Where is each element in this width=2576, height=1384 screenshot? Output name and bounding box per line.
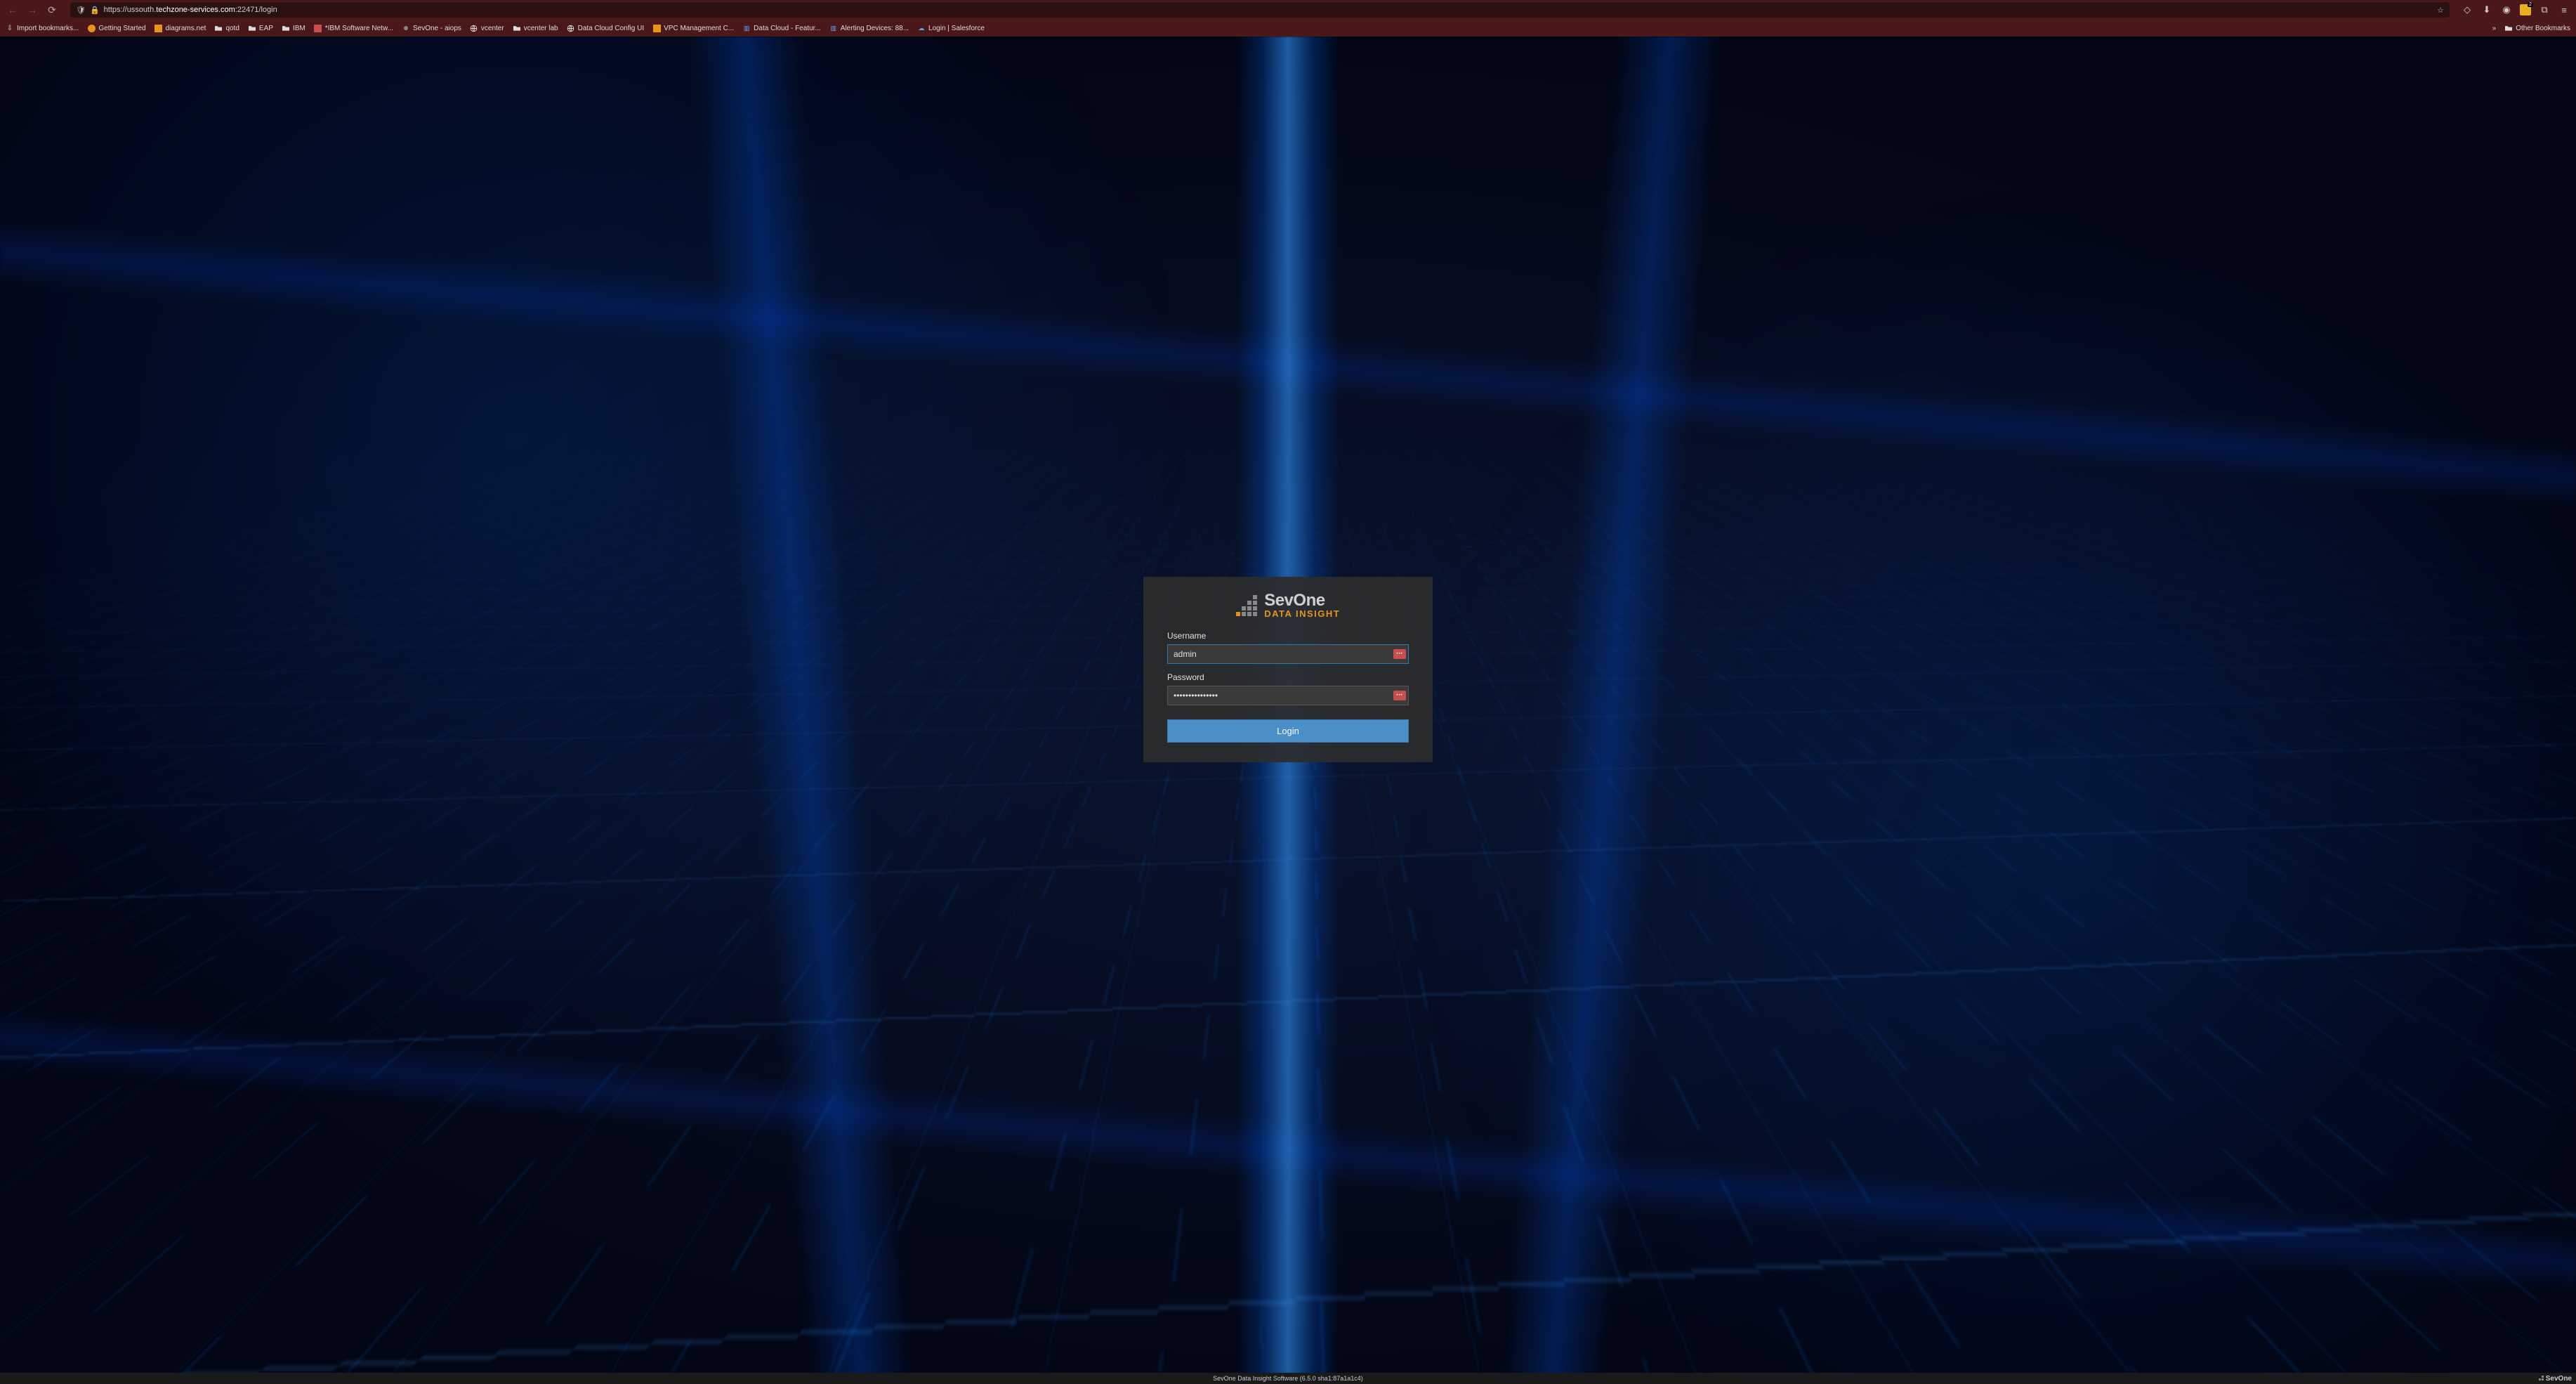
bookmark-icon: ▥ bbox=[829, 24, 838, 32]
url-domain: techzone-services.com bbox=[156, 6, 235, 14]
login-card: SevOne DATA INSIGHT Username ••• Passwor… bbox=[1143, 577, 1433, 762]
bookmark-item[interactable]: EAP bbox=[248, 24, 273, 32]
footer-logo: SevOne bbox=[2539, 1375, 2572, 1383]
bookmark-icon: ▥ bbox=[742, 24, 751, 32]
extension-badge: 2 bbox=[2528, 2, 2533, 7]
bookmark-icon bbox=[513, 24, 521, 32]
reload-button[interactable]: ⟳ bbox=[45, 3, 59, 17]
bookmark-icon bbox=[402, 24, 410, 32]
bookmark-label: *IBM Software Netw... bbox=[325, 25, 393, 32]
bookmark-item[interactable]: IBM bbox=[282, 24, 305, 32]
url-suffix: :22471/login bbox=[235, 6, 277, 14]
bookmark-label: Data Cloud Config UI bbox=[578, 25, 645, 32]
bookmark-label: Import bookmarks... bbox=[17, 25, 79, 32]
other-bookmarks[interactable]: Other Bookmarks bbox=[2504, 25, 2570, 32]
bookmark-label: qotd bbox=[225, 25, 239, 32]
bookmark-icon bbox=[155, 24, 163, 32]
bookmark-item[interactable]: Data Cloud Config UI bbox=[567, 24, 645, 32]
bookmark-item[interactable]: vcenter bbox=[470, 24, 504, 32]
password-input[interactable] bbox=[1167, 686, 1409, 705]
logo-grid-icon bbox=[1236, 595, 1257, 618]
bookmark-label: vcenter bbox=[481, 25, 504, 32]
bookmark-label: Getting Started bbox=[98, 25, 145, 32]
bookmark-item[interactable]: Getting Started bbox=[87, 24, 145, 32]
footer-bar: SevOne Data Insight Software (6.5.0 sha1… bbox=[0, 1373, 2576, 1384]
extensions-icon[interactable]: ⧉ bbox=[2538, 4, 2551, 16]
forward-button[interactable]: → bbox=[25, 3, 39, 17]
bookmarks-bar: ⇩Import bookmarks... Getting Started diagr… bbox=[0, 20, 2576, 37]
bookmark-icon bbox=[248, 24, 256, 32]
footer-logo-icon bbox=[2539, 1376, 2544, 1381]
bookmark-icon bbox=[470, 24, 478, 32]
bookmark-icon bbox=[282, 24, 290, 32]
pocket-icon[interactable]: ◇ bbox=[2461, 4, 2473, 16]
bookmark-label: diagrams.net bbox=[166, 25, 206, 32]
nav-row: ← → ⟳ 🛡 🔒 https://ussouth.techzone-servi… bbox=[0, 0, 2576, 20]
bookmark-icon: ⇩ bbox=[6, 24, 14, 32]
folder-icon bbox=[2504, 25, 2513, 32]
bookmark-label: IBM bbox=[293, 25, 305, 32]
footer-text: SevOne Data Insight Software (6.5.0 sha1… bbox=[1213, 1375, 1363, 1382]
bookmark-label: Alerting Devices: 88... bbox=[841, 25, 909, 32]
bookmark-icon bbox=[87, 24, 96, 32]
username-label: Username bbox=[1167, 631, 1409, 641]
downloads-icon[interactable]: ⬇ bbox=[2480, 4, 2493, 16]
account-icon[interactable]: ◉ bbox=[2500, 4, 2513, 16]
logo-main-text: SevOne bbox=[1264, 592, 1340, 609]
bookmark-label: Data Cloud - Featur... bbox=[754, 25, 821, 32]
bookmark-label: EAP bbox=[259, 25, 273, 32]
browser-chrome: ← → ⟳ 🛡 🔒 https://ussouth.techzone-servi… bbox=[0, 0, 2576, 37]
url-text: https://ussouth.techzone-services.com:22… bbox=[104, 6, 2433, 14]
star-icon[interactable]: ☆ bbox=[2437, 6, 2444, 15]
bookmark-item[interactable]: qotd bbox=[214, 24, 239, 32]
bookmark-icon bbox=[214, 24, 223, 32]
bookmark-label: vcenter lab bbox=[524, 25, 558, 32]
bookmark-label: SevOne - aiops bbox=[413, 25, 461, 32]
other-bookmarks-label: Other Bookmarks bbox=[2516, 25, 2570, 32]
extension-icon[interactable]: 2 bbox=[2520, 4, 2531, 15]
lock-icon: 🔒 bbox=[90, 6, 100, 15]
browser-right-icons: ◇ ⬇ ◉ 2 ⧉ ≡ bbox=[2461, 4, 2570, 16]
bookmark-item[interactable]: *IBM Software Netw... bbox=[314, 24, 393, 32]
back-button[interactable]: ← bbox=[6, 3, 20, 17]
menu-icon[interactable]: ≡ bbox=[2558, 4, 2570, 16]
logo-sub-text: DATA INSIGHT bbox=[1264, 609, 1340, 618]
login-button[interactable]: Login bbox=[1167, 719, 1409, 743]
bookmark-item[interactable]: ⇩Import bookmarks... bbox=[6, 24, 79, 32]
bookmark-icon: ☁ bbox=[917, 24, 926, 32]
bookmark-icon bbox=[652, 24, 661, 32]
bookmark-icon bbox=[314, 24, 322, 32]
bookmark-label: Login | Salesforce bbox=[928, 25, 985, 32]
bookmark-item[interactable]: ☁Login | Salesforce bbox=[917, 24, 985, 32]
bookmark-label: VPC Management C... bbox=[664, 25, 734, 32]
url-bar[interactable]: 🛡 🔒 https://ussouth.techzone-services.co… bbox=[70, 2, 2450, 18]
bookmark-item[interactable]: vcenter lab bbox=[513, 24, 558, 32]
bookmark-item[interactable]: ▥Data Cloud - Featur... bbox=[742, 24, 821, 32]
bookmark-item[interactable]: VPC Management C... bbox=[652, 24, 734, 32]
bookmarks-overflow[interactable]: » bbox=[2492, 25, 2497, 32]
shield-icon: 🛡 bbox=[76, 6, 86, 15]
bookmark-item[interactable]: ▥Alerting Devices: 88... bbox=[829, 24, 909, 32]
url-prefix: https://ussouth. bbox=[104, 6, 157, 14]
password-manager-icon[interactable]: ••• bbox=[1393, 691, 1406, 700]
bookmark-item[interactable]: diagrams.net bbox=[155, 24, 206, 32]
password-manager-icon[interactable]: ••• bbox=[1393, 649, 1406, 659]
username-input[interactable] bbox=[1167, 644, 1409, 664]
bookmark-icon bbox=[567, 24, 575, 32]
bookmark-item[interactable]: SevOne - aiops bbox=[402, 24, 461, 32]
logo: SevOne DATA INSIGHT bbox=[1167, 592, 1409, 618]
password-label: Password bbox=[1167, 672, 1409, 682]
footer-brand-text: SevOne bbox=[2546, 1375, 2572, 1383]
login-page: SevOne DATA INSIGHT Username ••• Passwor… bbox=[0, 37, 2576, 1384]
